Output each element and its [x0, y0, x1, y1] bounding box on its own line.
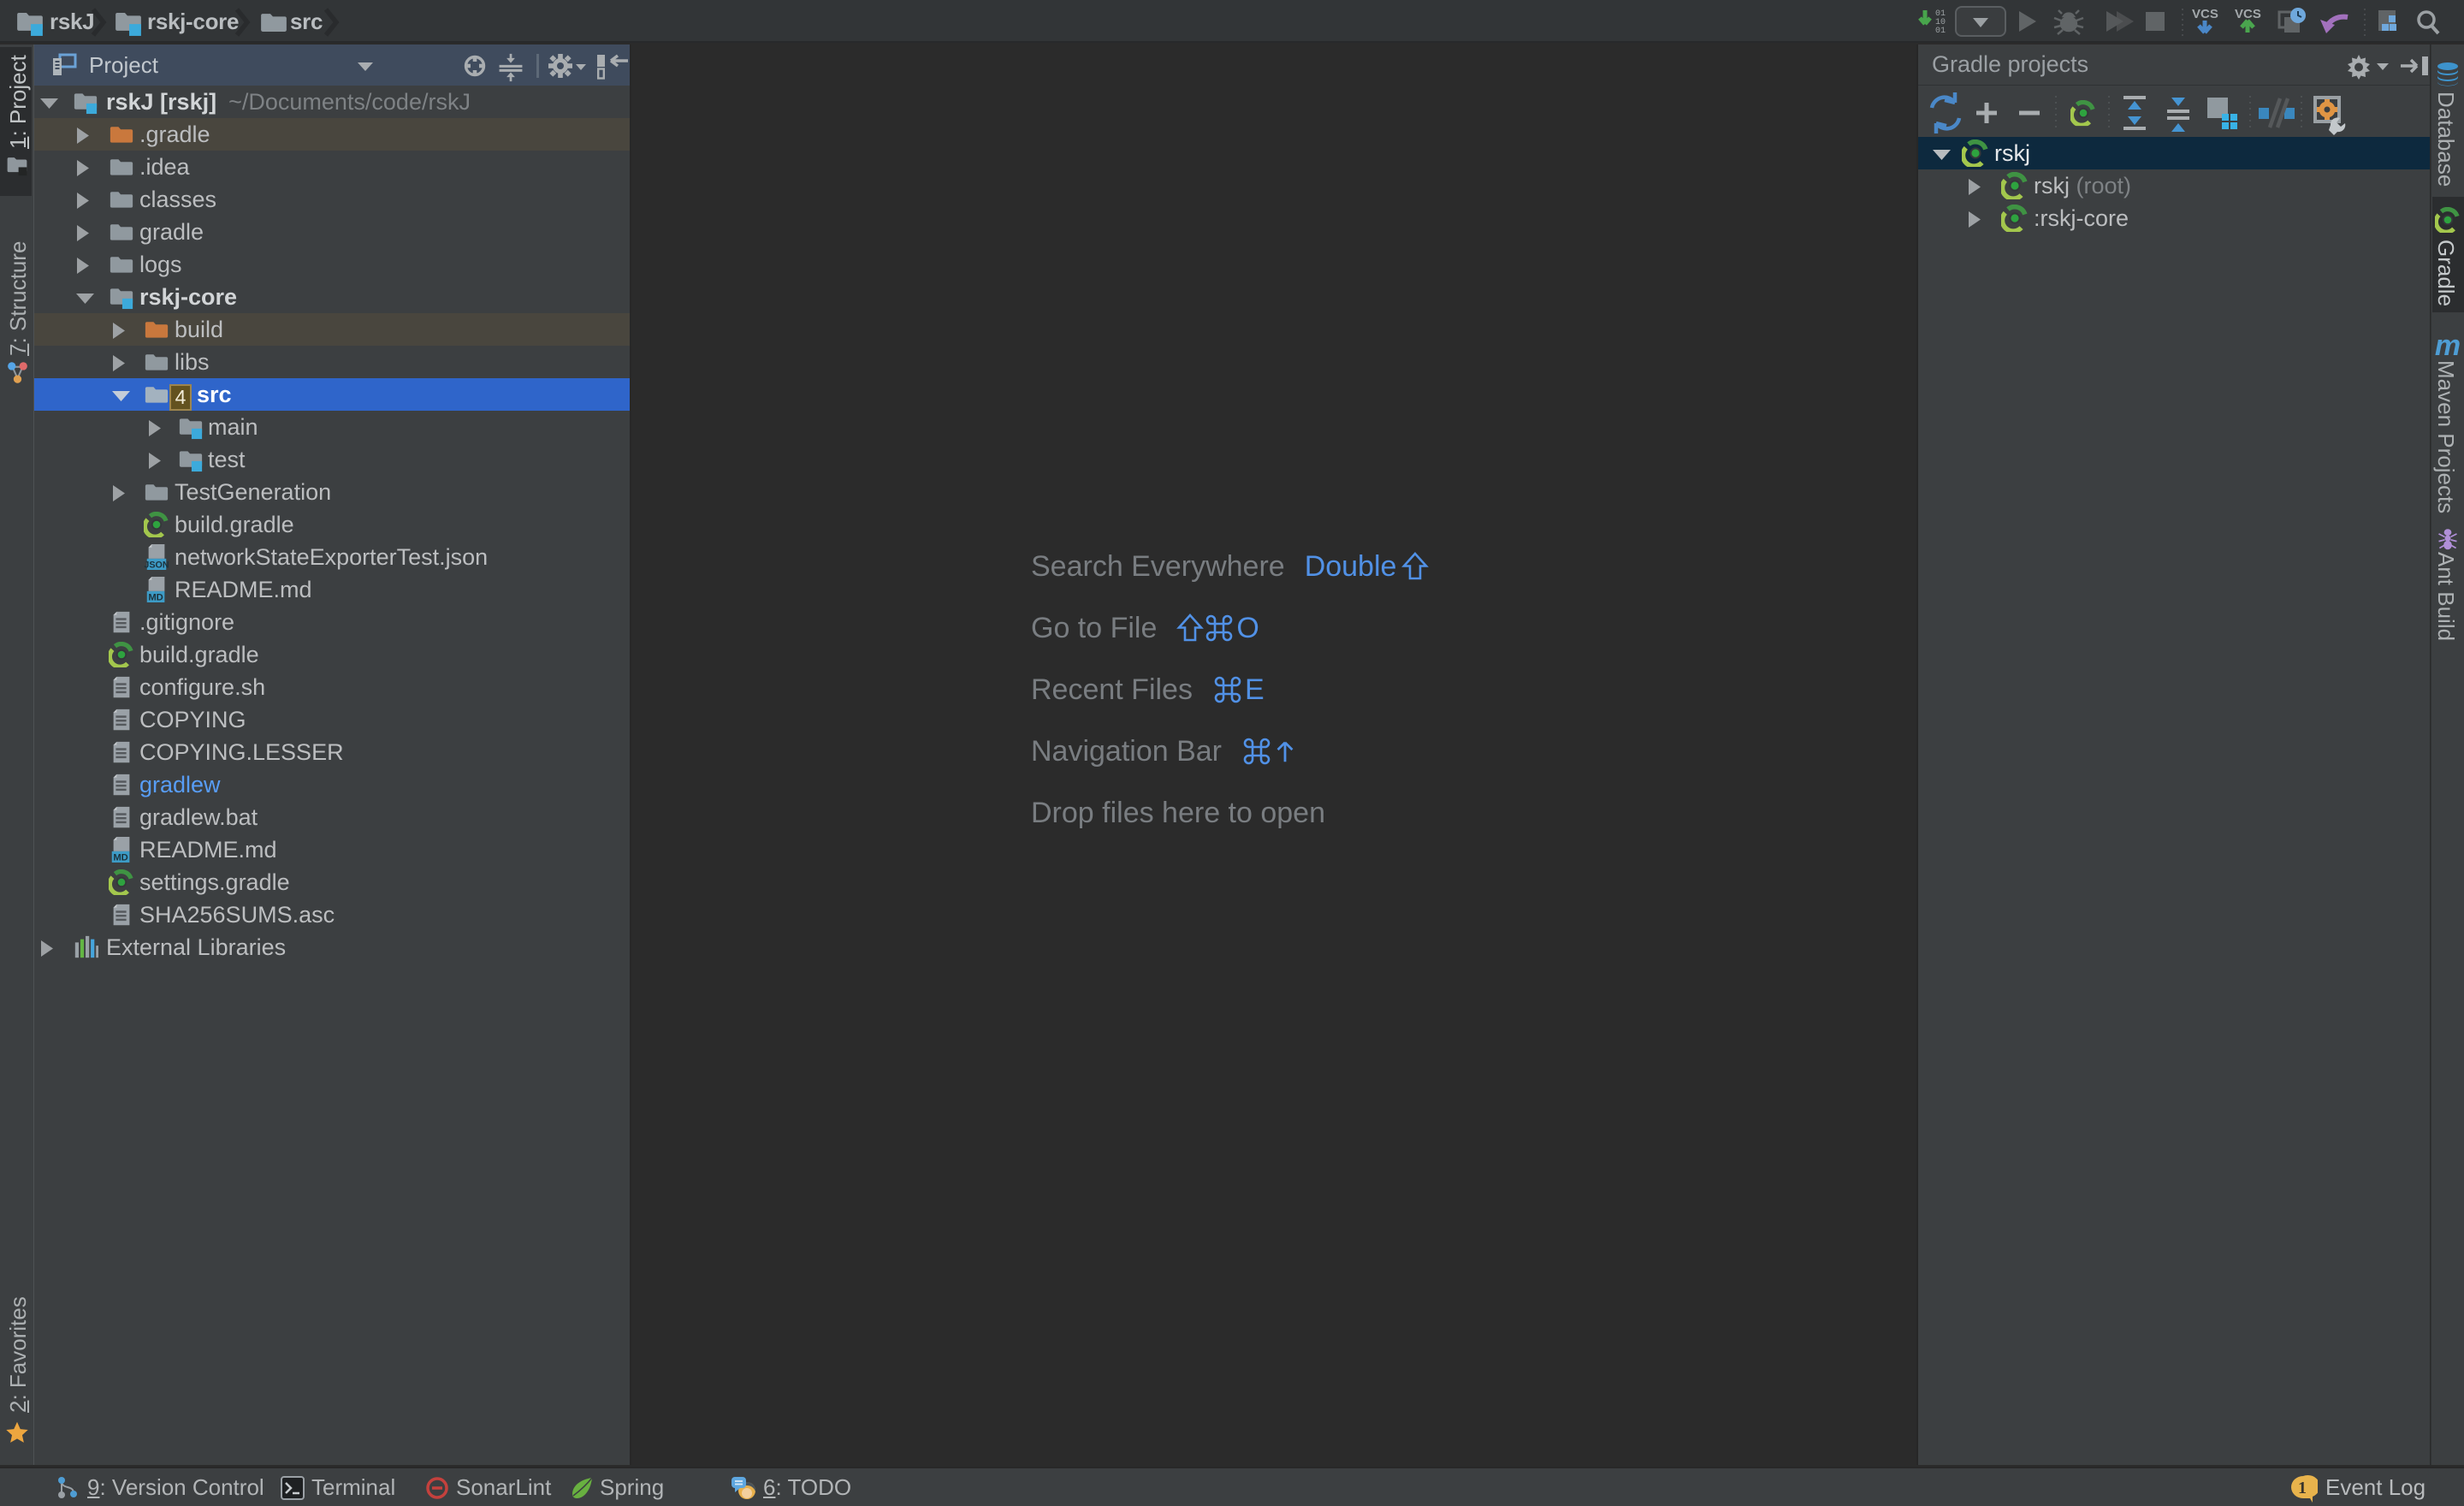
svg-text:01: 01: [1935, 27, 1946, 36]
svg-text:1: 1: [2298, 1479, 2307, 1497]
svg-text:VCS: VCS: [2192, 7, 2218, 21]
svg-text:VCS: VCS: [2235, 7, 2261, 21]
